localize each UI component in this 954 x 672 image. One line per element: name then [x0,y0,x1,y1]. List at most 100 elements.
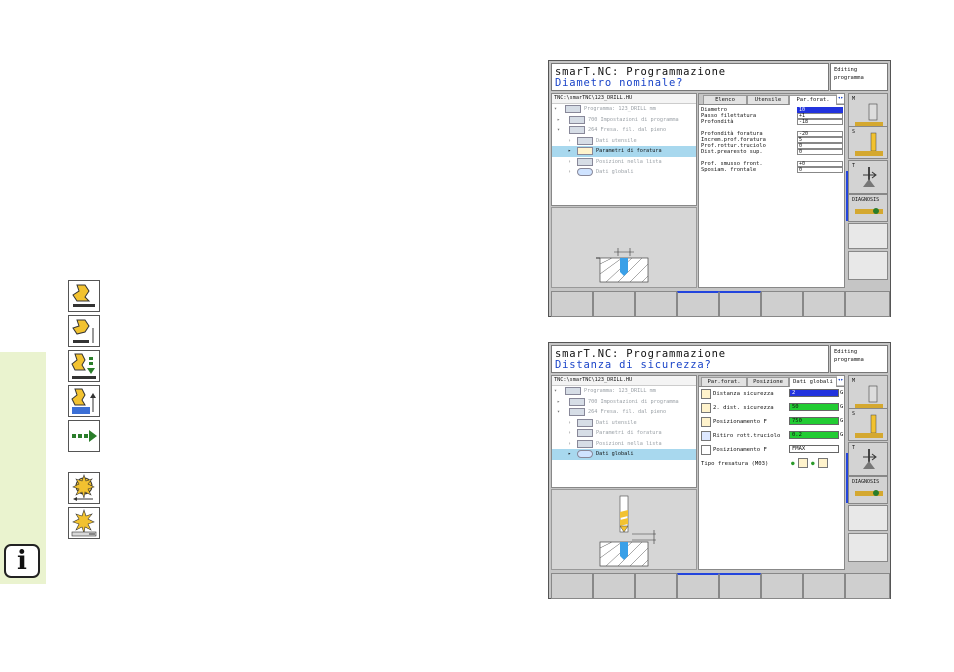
softkey-5[interactable] [719,573,761,599]
tree-item-positions[interactable]: › Posizioni nella lista [552,439,696,450]
form-tabs: Par.forat. Posizione Dati globali ◂▸ [699,376,844,387]
softkey-7[interactable] [803,573,845,599]
field-row: Ritiro rott.truciolo 0.2 G [699,429,844,443]
tab-global-data[interactable]: Dati globali [789,377,837,387]
tab-scroll-icon[interactable]: ◂▸ [837,94,844,103]
vkey-diagnosis[interactable]: DIAGNOSIS [848,476,888,504]
mill-face-icon [68,507,100,539]
drill-retract-icon [68,385,100,417]
tnc-screen-global-data: smarT.NC: Programmazione Distanza di sic… [548,342,891,599]
parameter-form: Elenco Utensile Par.forat. ◂▸ Diametro 10… [698,93,845,288]
drill-depth-input[interactable]: -20 [797,131,843,137]
mode-indicator: Editing programma [830,345,888,373]
milling-type-row: Tipo fresatura (M03) ● ● [699,457,844,471]
tree-item-cycle[interactable]: ▾ 264 Fresa. fil. dal pieno [552,125,696,136]
softkey-2[interactable] [593,573,635,599]
tab-scroll-icon[interactable]: ◂▸ [837,376,844,385]
vkey-s[interactable]: S [848,126,888,159]
tnc-screen-drilling-params: smarT.NC: Programmazione Diametro nomina… [548,60,891,317]
tree-item-cycle[interactable]: ▾ 264 Fresa. fil. dal pieno [552,407,696,418]
field-row: 2. dist. sicurezza 50 G [699,401,844,415]
chipbreak-depth-input[interactable]: 0 [797,143,843,149]
diameter-input[interactable]: 10 [797,107,843,113]
tree-item-positions[interactable]: › Posizioni nella lista [552,157,696,168]
tree-item-settings[interactable]: ▸ 700 Impostazioni di programma [552,115,696,126]
program-tree: TNC:\smarTNC\123_DRILL.HU ▾ Programma: 12… [551,93,697,206]
tab-list[interactable]: Elenco [703,95,747,104]
form-tabs: Elenco Utensile Par.forat. ◂▸ [699,94,844,105]
tab-tool[interactable]: Utensile [747,95,789,104]
tree-item-drilling-params[interactable]: › Parametri di foratura [552,428,696,439]
vkey-t[interactable]: T [848,442,888,476]
safety-distance-input[interactable]: 2 [789,389,839,397]
second-safety-distance-icon [701,403,711,413]
softkey-4[interactable] [677,573,719,599]
help-graphic [551,207,697,288]
title-bar: smarT.NC: Programmazione Diametro nomina… [551,63,829,91]
tree-item-drilling-params[interactable]: ▸ Parametri di foratura [552,146,696,157]
mill-circular-icon [68,472,100,504]
chip-retract-input[interactable]: 0.2 [789,431,839,439]
face-offset-input[interactable]: 0 [797,167,843,173]
file-path: TNC:\smarTNC\123_DRILL.HU [552,376,696,386]
milling-type-label: Tipo fresatura (M03) [701,461,769,467]
pitch-input[interactable]: +1 [797,113,843,119]
tree-item-global-data[interactable]: ▸ Dati globali [552,449,696,460]
advanced-stop-input[interactable]: 0 [797,149,843,155]
vkey-t[interactable]: T [848,160,888,194]
softkey-2[interactable] [593,291,635,317]
tree-item-tool-data[interactable]: › Dati utensile [552,136,696,147]
countersink-depth-input[interactable]: +0 [797,161,843,167]
positioning-feed-icon [701,417,711,427]
rapid-arrow-icon [701,445,711,455]
mode-indicator: Editing programma [830,63,888,91]
conventional-milling-icon[interactable] [818,458,828,468]
softkey-1[interactable] [551,291,593,317]
tree-item-program[interactable]: ▾ Programma: 123_DRILL mm [552,386,696,397]
tree-item-global-data[interactable]: › Dati globali [552,167,696,178]
softkey-7[interactable] [803,291,845,317]
dialog-prompt: Diametro nominale? [555,77,684,89]
vkey-s[interactable]: S [848,408,888,441]
softkey-8[interactable] [845,573,890,599]
drill-plunge-icon [68,280,100,312]
softkey-1[interactable] [551,573,593,599]
mode-line-2: programma [834,357,864,363]
tab-drilling-params[interactable]: Par.forat. [701,377,747,386]
tree-item-settings[interactable]: ▸ 700 Impostazioni di programma [552,397,696,408]
dialog-prompt: Distanza di sicurezza? [555,359,712,371]
drill-chipbreak-icon [68,350,100,382]
tree-item-program[interactable]: ▾ Programma: 123_DRILL mm [552,104,696,115]
parameter-form: Par.forat. Posizione Dati globali ◂▸ Dis… [698,375,845,570]
plunge-depth-input[interactable]: 5 [797,137,843,143]
softkey-3[interactable] [635,291,677,317]
help-graphic [551,489,697,570]
softkey-6[interactable] [761,291,803,317]
info-icon[interactable]: i [4,544,40,578]
vkey-blank-1[interactable] [848,223,888,249]
vkey-blank-2[interactable] [848,251,888,280]
softkey-4[interactable] [677,291,719,317]
vkey-blank-1[interactable] [848,505,888,531]
vkey-blank-2[interactable] [848,533,888,562]
depth-input[interactable]: -18 [797,119,843,125]
tab-drilling-params[interactable]: Par.forat. [789,95,837,105]
softkey-5[interactable] [719,291,761,317]
mode-line-1: Editing [834,349,858,355]
positioning-feed-input[interactable]: 750 [789,417,839,425]
positioning-feed-2-input[interactable]: FMAX [789,445,839,453]
field-row: Distanza sicurezza 2 G [699,387,844,401]
tab-position[interactable]: Posizione [747,377,789,386]
mode-line-2: programma [834,75,864,81]
climb-milling-icon[interactable] [798,458,808,468]
softkey-3[interactable] [635,573,677,599]
program-tree: TNC:\smarTNC\123_DRILL.HU ▾ Programma: 12… [551,375,697,488]
softkey-8[interactable] [845,291,890,317]
field-row: Posizionamento F FMAX [699,443,844,457]
vkey-diagnosis[interactable]: DIAGNOSIS [848,194,888,222]
tree-item-tool-data[interactable]: › Dati utensile [552,418,696,429]
radio-conventional-icon[interactable]: ● [811,460,815,467]
radio-climb-icon[interactable]: ● [791,460,795,467]
softkey-6[interactable] [761,573,803,599]
second-safety-distance-input[interactable]: 50 [789,403,839,411]
